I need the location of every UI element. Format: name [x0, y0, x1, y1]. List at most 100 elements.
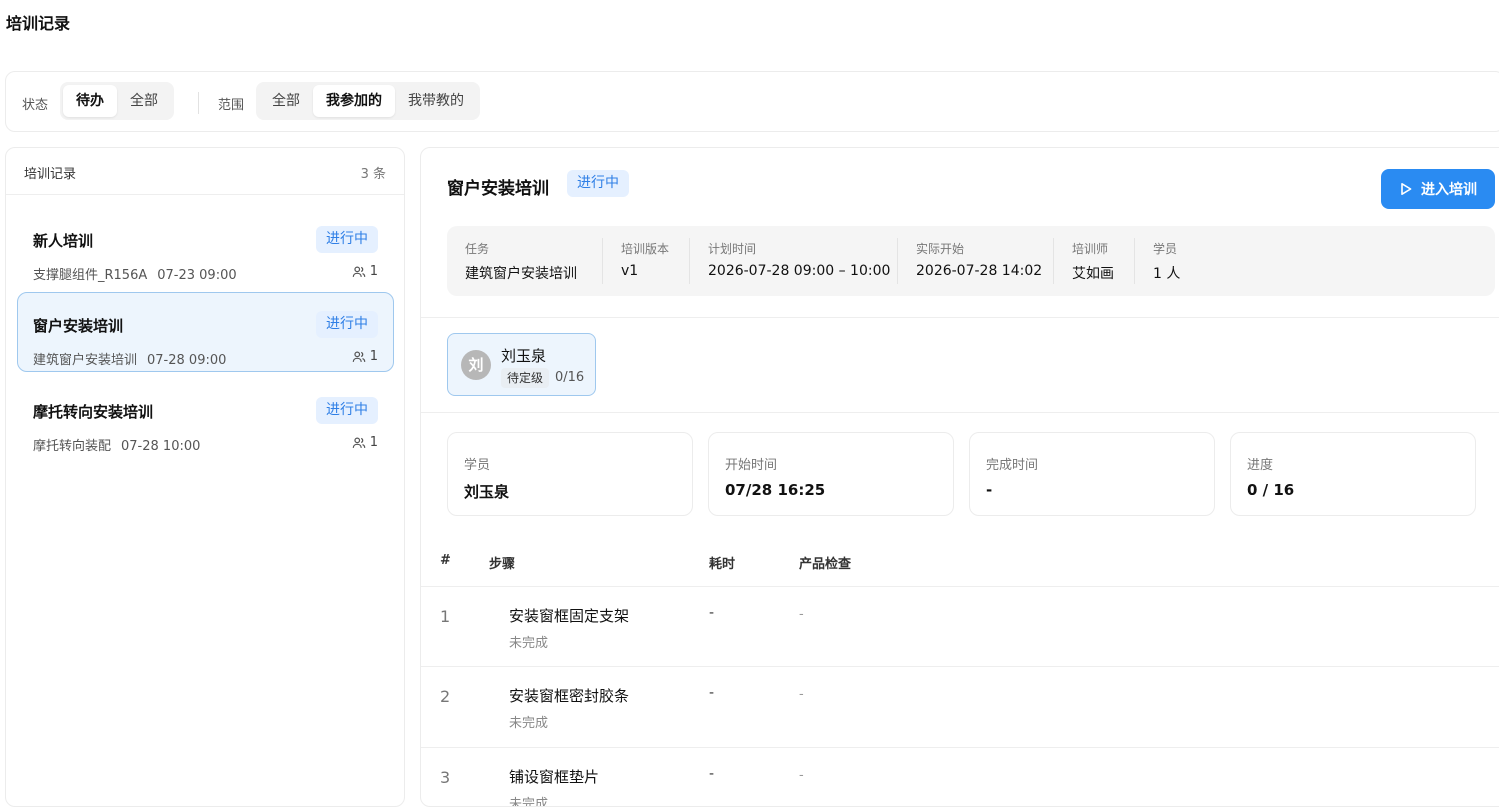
step-name: 安装窗框固定支架: [509, 607, 630, 625]
column-header-index: #: [440, 553, 451, 568]
status-badge: 进行中: [316, 397, 378, 424]
scope-filter-label: 范围: [218, 98, 245, 113]
stat-label: 进度: [1247, 458, 1274, 473]
scope-option-joined[interactable]: 我参加的: [313, 85, 395, 117]
step-product-check: -: [799, 607, 804, 622]
stat-label: 开始时间: [725, 458, 778, 473]
trainee-level-tag: 待定级: [501, 368, 550, 388]
record-people: 1: [352, 264, 378, 279]
step-product-check: -: [799, 687, 804, 702]
detail-status-badge: 进行中: [567, 170, 629, 197]
info-key: 任务: [465, 242, 490, 256]
stat-card-trainee: 学员 刘玉泉: [447, 432, 693, 516]
info-value: 艾如画: [1072, 266, 1114, 282]
record-time: 07-28 09:00: [147, 353, 227, 368]
record-detail-panel: 窗户安装培训 进行中 进入培训 任务 建筑窗户安装培训 培训版本 v1 计划时间…: [420, 147, 1499, 807]
record-title: 摩托转向安装培训: [33, 403, 154, 421]
trainee-progress: 0/16: [555, 370, 585, 385]
play-icon: [1401, 183, 1412, 195]
filter-bar: 状态 待办 全部 范围 全部 我参加的 我带教的: [5, 71, 1499, 132]
status-option-all[interactable]: 全部: [117, 85, 171, 117]
record-people-count: 1: [369, 349, 378, 364]
stat-label: 完成时间: [986, 458, 1039, 473]
info-value: 1 人: [1153, 266, 1181, 282]
stat-label: 学员: [464, 458, 491, 473]
enter-training-label: 进入培训: [1421, 182, 1477, 198]
people-icon: [352, 265, 366, 277]
info-divider: [689, 238, 690, 284]
step-status: 未完成: [509, 797, 549, 807]
trainee-chip[interactable]: 刘 刘玉泉 待定级 0/16: [447, 333, 596, 396]
info-key: 学员: [1153, 242, 1178, 256]
step-status: 未完成: [509, 716, 549, 731]
table-row[interactable]: 3 铺设窗框垫片 未完成 - -: [421, 747, 1499, 807]
scope-option-taught[interactable]: 我带教的: [395, 85, 477, 117]
filter-divider: [198, 92, 199, 114]
info-key: 培训师: [1072, 242, 1109, 256]
enter-training-button[interactable]: 进入培训: [1381, 169, 1495, 209]
info-key: 培训版本: [621, 242, 670, 256]
record-subtitle: 支撑腿组件_R156A 07-23 09:00: [33, 264, 237, 283]
record-count: 3 条: [360, 167, 386, 182]
section-divider: [421, 412, 1499, 413]
info-value: v1: [621, 263, 639, 279]
training-info-box: 任务 建筑窗户安装培训 培训版本 v1 计划时间 2026-07-28 09:0…: [447, 226, 1495, 296]
column-header-step: 步骤: [489, 557, 516, 572]
step-name: 安装窗框密封胶条: [509, 687, 630, 705]
people-icon: [352, 350, 366, 362]
status-badge: 进行中: [316, 311, 378, 338]
step-number: 1: [440, 607, 451, 626]
table-row[interactable]: 2 安装窗框密封胶条 未完成 - -: [421, 666, 1499, 747]
record-people: 1: [352, 349, 378, 364]
status-segmented-control: 待办 全部: [60, 82, 174, 120]
record-card[interactable]: 新人培训 进行中 支撑腿组件_R156A 07-23 09:00 1: [17, 207, 394, 287]
status-option-pending[interactable]: 待办: [63, 85, 117, 117]
column-header-product-check: 产品检查: [799, 557, 852, 572]
avatar: 刘: [461, 350, 491, 380]
page-title: 培训记录: [6, 14, 71, 33]
info-divider: [602, 238, 603, 284]
step-status: 未完成: [509, 636, 549, 651]
stat-card-finish-time: 完成时间 -: [969, 432, 1215, 516]
record-title: 窗户安装培训: [33, 317, 124, 335]
info-divider: [1134, 238, 1135, 284]
record-time: 07-28 10:00: [121, 439, 201, 454]
info-value: 2026-07-28 14:02: [916, 263, 1043, 279]
stat-value: 刘玉泉: [464, 483, 510, 501]
step-name: 铺设窗框垫片: [509, 768, 600, 786]
record-card-selected[interactable]: 窗户安装培训 进行中 建筑窗户安装培训 07-28 09:00 1: [17, 292, 394, 372]
trainee-name: 刘玉泉: [501, 347, 547, 365]
people-icon: [352, 436, 366, 448]
step-product-check: -: [799, 768, 804, 783]
record-people: 1: [352, 435, 378, 450]
stat-value: 07/28 16:25: [725, 481, 826, 499]
record-task: 支撑腿组件_R156A: [33, 268, 148, 283]
record-time: 07-23 09:00: [157, 268, 237, 283]
record-people-count: 1: [369, 435, 378, 450]
info-divider: [1053, 238, 1054, 284]
detail-title: 窗户安装培训: [447, 179, 549, 199]
record-list-panel: 培训记录 3 条 新人培训 进行中 支撑腿组件_R156A 07-23 09:00…: [5, 147, 405, 807]
step-number: 2: [440, 687, 451, 706]
info-value: 2026-07-28 09:00 – 10:00: [708, 263, 891, 279]
step-duration: -: [709, 766, 715, 782]
stat-card-progress: 进度 0 / 16: [1230, 432, 1476, 516]
stat-card-start-time: 开始时间 07/28 16:25: [708, 432, 954, 516]
record-subtitle: 建筑窗户安装培训 07-28 09:00: [33, 349, 226, 368]
record-subtitle: 摩托转向装配 07-28 10:00: [33, 435, 200, 454]
record-task: 建筑窗户安装培训: [33, 353, 138, 368]
info-value: 建筑窗户安装培训: [465, 266, 577, 282]
table-row[interactable]: 1 安装窗框固定支架 未完成 - -: [421, 586, 1499, 667]
step-duration: -: [709, 605, 715, 621]
info-divider: [897, 238, 898, 284]
info-key: 计划时间: [708, 242, 757, 256]
record-card[interactable]: 摩托转向安装培训 进行中 摩托转向装配 07-28 10:00 1: [17, 378, 394, 458]
record-list-header: 培训记录 3 条: [6, 148, 404, 195]
step-duration: -: [709, 685, 715, 701]
info-key: 实际开始: [916, 242, 965, 256]
record-task: 摩托转向装配: [33, 439, 112, 454]
scope-option-all[interactable]: 全部: [259, 85, 313, 117]
status-filter-label: 状态: [22, 98, 49, 113]
step-number: 3: [440, 768, 451, 787]
stat-value: -: [986, 481, 993, 499]
